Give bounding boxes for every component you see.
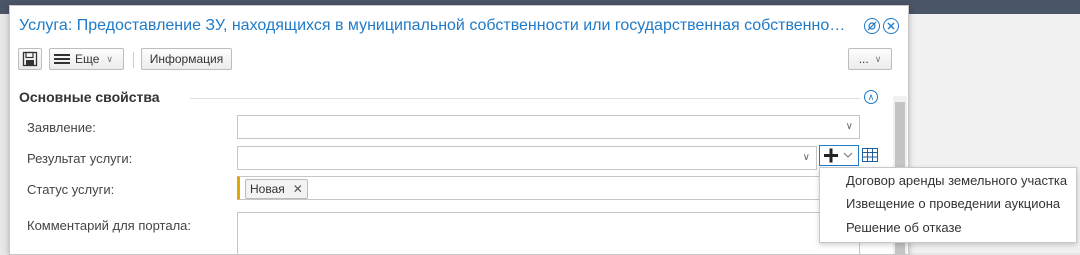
table-icon-glyph	[862, 148, 878, 162]
dropdown-item-auction-notice[interactable]: Извещение о проведении аукциона	[846, 193, 1060, 215]
status-tag-label: Новая	[250, 182, 285, 196]
section-title: Основные свойства	[19, 89, 160, 105]
comment-label: Комментарий для портала:	[27, 218, 191, 233]
tag-remove-icon[interactable]: ✕	[293, 182, 303, 196]
application-label: Заявление:	[27, 120, 96, 135]
modal-window: Услуга: Предоставление ЗУ, находящихся в…	[9, 5, 909, 255]
status-tag: Новая ✕	[245, 179, 308, 199]
close-icon[interactable]	[883, 18, 899, 34]
overflow-menu-button[interactable]: ... ∨	[848, 48, 892, 70]
dropdown-item-lease-agreement[interactable]: Договор аренды земельного участка	[846, 170, 1067, 192]
section-divider	[190, 98, 860, 99]
dropdown-item-refusal-decision[interactable]: Решение об отказе	[846, 217, 962, 239]
table-icon[interactable]	[862, 148, 878, 165]
add-result-dropdown: Договор аренды земельного участка Извеще…	[819, 167, 1077, 243]
status-label: Статус услуги:	[27, 182, 115, 197]
settings-icon[interactable]	[864, 18, 880, 34]
toolbar: Еще ∨ Информация ... ∨	[10, 46, 908, 76]
overflow-menu-label: ...	[858, 52, 869, 66]
info-button-label: Информация	[149, 52, 224, 66]
chevron-down-icon: ∨	[874, 53, 882, 64]
save-icon	[22, 51, 38, 67]
settings-icon-glyph	[867, 21, 877, 31]
toolbar-separator	[133, 52, 134, 68]
window-titlebar: Услуга: Предоставление ЗУ, находящихся в…	[10, 6, 908, 46]
more-menu-label: Еще	[75, 52, 100, 66]
chevron-down-icon[interactable]: ∨	[803, 152, 810, 163]
add-result-button[interactable]	[819, 145, 859, 166]
chevron-down-icon: ∨	[106, 53, 114, 64]
result-label: Результат услуги:	[27, 151, 133, 166]
collapse-up-icon[interactable]: ∧	[864, 90, 878, 104]
comment-textarea[interactable]	[237, 212, 860, 254]
save-button[interactable]	[18, 48, 42, 70]
application-field[interactable]: ∨	[237, 115, 860, 139]
result-field[interactable]: ∨	[237, 146, 817, 170]
more-menu-button[interactable]: Еще ∨	[49, 48, 124, 70]
status-field[interactable]: Новая ✕	[237, 176, 847, 200]
window-title: Услуга: Предоставление ЗУ, находящихся в…	[19, 17, 849, 34]
close-icon-glyph	[887, 22, 895, 30]
info-button[interactable]: Информация	[141, 48, 232, 70]
plus-icon	[824, 148, 853, 163]
chevron-down-icon[interactable]: ∨	[846, 121, 853, 132]
hamburger-icon	[54, 54, 70, 64]
